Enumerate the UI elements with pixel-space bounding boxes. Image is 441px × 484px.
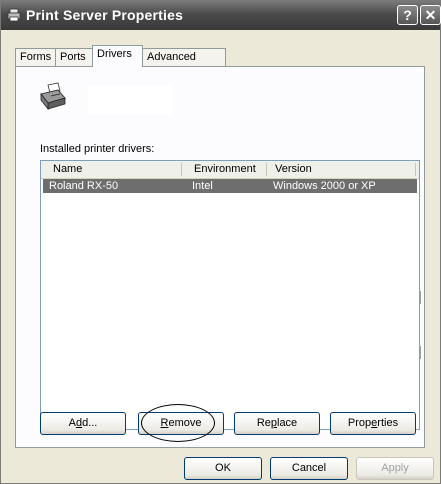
column-header-environment[interactable]: Environment <box>194 163 256 175</box>
properties-button[interactable]: Properties <box>330 412 416 435</box>
add-button[interactable]: Add... <box>40 412 126 435</box>
tab-advanced[interactable]: Advanced <box>142 48 226 66</box>
scroll-mark <box>420 346 421 359</box>
apply-button[interactable]: Apply <box>356 457 434 480</box>
column-divider[interactable] <box>266 163 267 176</box>
tab-forms[interactable]: Forms <box>15 48 56 66</box>
drivers-list[interactable]: Name Environment Version Roland RX-50 In… <box>40 160 421 430</box>
tab-drivers[interactable]: Drivers <box>92 45 143 67</box>
ok-button[interactable]: OK <box>184 457 262 480</box>
column-header-name[interactable]: Name <box>53 163 82 175</box>
column-divider[interactable] <box>415 163 416 176</box>
window-title: Print Server Properties <box>26 7 184 23</box>
add-label-part: d... <box>82 417 98 429</box>
list-header: Name Environment Version <box>41 161 419 179</box>
driver-name-cell: Roland RX-50 <box>49 180 119 192</box>
scroll-mark <box>420 291 421 304</box>
properties-label-part: rties <box>377 417 399 429</box>
print-server-properties-window: Print Server Properties ? ✕ Forms Ports … <box>0 0 441 484</box>
close-button[interactable]: ✕ <box>420 5 441 25</box>
highlight-circle <box>141 404 215 442</box>
tab-ports[interactable]: Ports <box>55 48 93 66</box>
cancel-button[interactable]: Cancel <box>270 457 348 480</box>
properties-label-part: Prop <box>347 417 372 429</box>
help-button[interactable]: ? <box>397 5 418 25</box>
title-bar[interactable]: Print Server Properties ? ✕ <box>1 1 441 30</box>
replace-label-part: lace <box>277 417 298 429</box>
printer-icon <box>7 8 21 22</box>
close-icon: ✕ <box>424 7 437 23</box>
column-divider[interactable] <box>181 163 182 176</box>
installed-drivers-label: Installed printer drivers: <box>40 143 155 155</box>
replace-label-part: Re <box>256 417 271 429</box>
printer-icon <box>40 82 66 111</box>
column-header-version[interactable]: Version <box>275 163 312 175</box>
server-name-box <box>88 85 172 115</box>
help-icon: ? <box>403 7 412 23</box>
drivers-tab-panel: Installed printer drivers: Name Environm… <box>15 66 425 448</box>
driver-version-cell: Windows 2000 or XP <box>273 180 376 192</box>
replace-button[interactable]: Replace <box>234 412 320 435</box>
driver-environment-cell: Intel <box>192 180 213 192</box>
table-row[interactable]: Roland RX-50 Intel Windows 2000 or XP <box>43 179 417 193</box>
add-label-part: A <box>68 417 76 429</box>
